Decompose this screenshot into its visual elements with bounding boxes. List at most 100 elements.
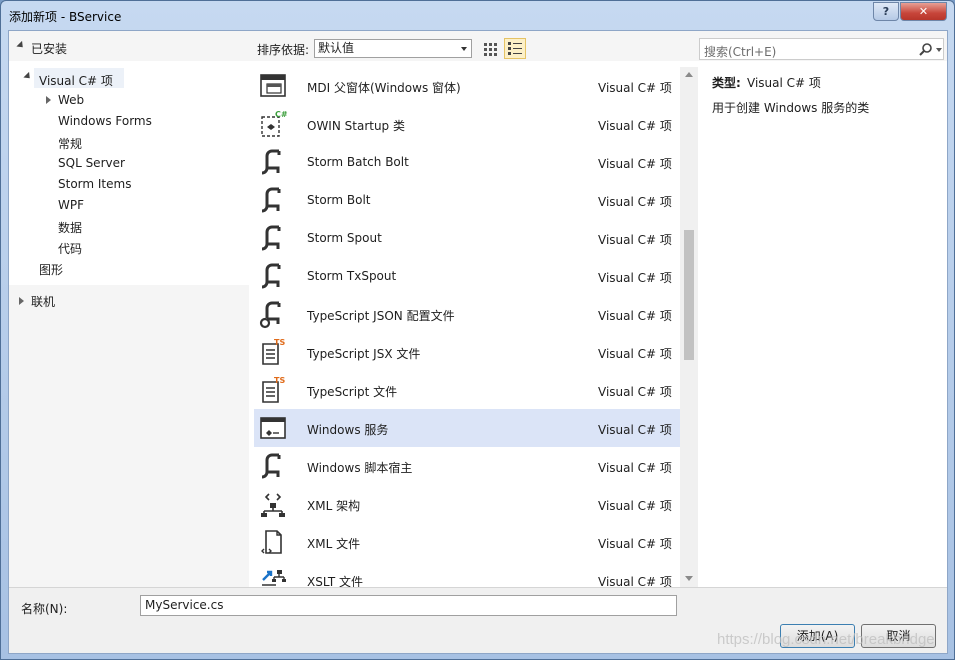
item-type: Visual C# 项 xyxy=(598,271,672,285)
search-placeholder: 搜索(Ctrl+E) xyxy=(704,45,777,59)
tree-item-storm-items[interactable]: Storm Items xyxy=(58,177,131,191)
dialog-client: 已安装 Visual C# 项 Web Windows Forms 常规 SQL… xyxy=(8,30,948,654)
list-item[interactable]: XSLT 文件 Visual C# 项 xyxy=(254,561,680,587)
template-pane: 排序依据: 默认值 MDI 父窗体(Windows 窗体) Visual C# … xyxy=(249,31,698,587)
chevron-down-icon[interactable] xyxy=(936,48,942,52)
scroll-up-arrow-icon[interactable] xyxy=(685,72,693,77)
item-name: Windows 脚本宿主 xyxy=(307,461,413,475)
item-name: MDI 父窗体(Windows 窗体) xyxy=(307,81,461,95)
expand-arrow-icon[interactable] xyxy=(23,71,33,82)
scroll-down-arrow-icon[interactable] xyxy=(685,576,693,581)
storm-icon xyxy=(261,453,281,479)
json-config-icon xyxy=(259,301,281,329)
collapse-arrow-icon[interactable] xyxy=(46,96,51,104)
grid-view-icon[interactable] xyxy=(481,39,501,59)
tree-item-label[interactable]: Visual C# 项 xyxy=(39,72,113,89)
item-type: Visual C# 项 xyxy=(598,537,672,551)
list-item[interactable]: Storm Batch Bolt Visual C# 项 xyxy=(254,143,680,181)
tree-item-web[interactable]: Web xyxy=(58,93,84,107)
item-type: Visual C# 项 xyxy=(598,119,672,133)
sort-value: 默认值 xyxy=(318,41,355,55)
storm-icon xyxy=(261,225,281,251)
name-label: 名称(N): xyxy=(21,602,68,616)
item-type: Visual C# 项 xyxy=(598,461,672,475)
tree-item-sql-server[interactable]: SQL Server xyxy=(58,156,125,170)
list-view-button[interactable] xyxy=(504,38,526,59)
list-item[interactable]: XML 架构 Visual C# 项 xyxy=(254,485,680,523)
tree-item-online[interactable]: 联机 xyxy=(31,293,55,310)
item-badge: TS xyxy=(274,338,285,347)
details-pane: 搜索(Ctrl+E) 类型: Visual C# 项 用于创建 Windows … xyxy=(698,31,947,587)
item-name: Storm Batch Bolt xyxy=(307,155,409,169)
item-name: XML 文件 xyxy=(307,537,361,551)
xml-file-icon xyxy=(261,530,282,554)
item-type: Visual C# 项 xyxy=(598,347,672,361)
tree-item-wpf[interactable]: WPF xyxy=(58,198,84,212)
sort-dropdown[interactable]: 默认值 xyxy=(314,39,472,58)
list-item[interactable]: TS TypeScript JSX 文件 Visual C# 项 xyxy=(254,333,680,371)
item-name: TypeScript JSX 文件 xyxy=(307,347,421,361)
xslt-file-icon xyxy=(262,570,286,586)
tree-item-graphics[interactable]: 图形 xyxy=(39,261,63,278)
installed-header[interactable]: 已安装 xyxy=(9,31,249,61)
windows-service-icon xyxy=(260,417,286,439)
list-scrollbar[interactable] xyxy=(680,67,698,587)
category-pane: 已安装 Visual C# 项 Web Windows Forms 常规 SQL… xyxy=(9,31,249,587)
list-view-icon xyxy=(508,42,522,55)
item-type: Visual C# 项 xyxy=(598,499,672,513)
item-type: Visual C# 项 xyxy=(598,81,672,95)
item-name: Storm TxSpout xyxy=(307,269,397,283)
tree-item-general[interactable]: 常规 xyxy=(58,135,82,152)
storm-icon xyxy=(261,149,281,175)
list-item[interactable]: MDI 父窗体(Windows 窗体) Visual C# 项 xyxy=(254,67,680,105)
xml-schema-icon xyxy=(261,493,285,517)
expand-arrow-icon[interactable] xyxy=(16,40,26,51)
item-name: OWIN Startup 类 xyxy=(307,119,405,133)
list-item[interactable]: Storm Bolt Visual C# 项 xyxy=(254,181,680,219)
list-item[interactable]: TypeScript JSON 配置文件 Visual C# 项 xyxy=(254,295,680,333)
item-name: XML 架构 xyxy=(307,499,361,513)
list-item[interactable]: Storm Spout Visual C# 项 xyxy=(254,219,680,257)
list-item-selected[interactable]: Windows 服务 Visual C# 项 xyxy=(254,409,680,447)
list-item[interactable]: Windows 脚本宿主 Visual C# 项 xyxy=(254,447,680,485)
item-name: XSLT 文件 xyxy=(307,575,364,587)
list-item[interactable]: C# OWIN Startup 类 Visual C# 项 xyxy=(254,105,680,143)
type-label: 类型: xyxy=(712,76,741,90)
item-name: TypeScript JSON 配置文件 xyxy=(307,309,455,323)
collapse-arrow-icon[interactable] xyxy=(19,297,24,305)
list-item[interactable]: TS TypeScript 文件 Visual C# 项 xyxy=(254,371,680,409)
item-name: Storm Spout xyxy=(307,231,382,245)
tree-item-data[interactable]: 数据 xyxy=(58,219,82,236)
close-button[interactable]: ✕ xyxy=(900,2,947,21)
list-item[interactable]: Storm TxSpout Visual C# 项 xyxy=(254,257,680,295)
list-item[interactable]: XML 文件 Visual C# 项 xyxy=(254,523,680,561)
item-badge: C# xyxy=(275,110,288,119)
search-input[interactable]: 搜索(Ctrl+E) xyxy=(699,38,944,60)
help-button[interactable]: ? xyxy=(873,2,899,21)
watermark: https://blog.csdn.net/breakbridge xyxy=(717,631,935,648)
item-type: Visual C# 项 xyxy=(598,575,672,587)
item-type: Visual C# 项 xyxy=(598,233,672,247)
type-value: Visual C# 项 xyxy=(747,76,821,90)
tree-item-windows-forms[interactable]: Windows Forms xyxy=(58,114,152,128)
storm-icon xyxy=(261,263,281,289)
item-description: 用于创建 Windows 服务的类 xyxy=(712,101,870,115)
scroll-thumb[interactable] xyxy=(684,230,694,360)
chevron-down-icon xyxy=(461,47,467,51)
item-name: Windows 服务 xyxy=(307,423,389,437)
window-title: 添加新项 - BService xyxy=(9,10,122,24)
tree-item-code[interactable]: 代码 xyxy=(58,240,82,257)
sort-toolbar: 排序依据: 默认值 xyxy=(249,31,698,61)
sort-label: 排序依据: xyxy=(257,43,310,57)
item-type: Visual C# 项 xyxy=(598,385,672,399)
item-name: TypeScript 文件 xyxy=(307,385,398,399)
storm-icon xyxy=(261,187,281,213)
item-type: Visual C# 项 xyxy=(598,195,672,209)
item-name: Storm Bolt xyxy=(307,193,371,207)
item-type: Visual C# 项 xyxy=(598,157,672,171)
name-field[interactable]: MyService.cs xyxy=(140,595,677,616)
title-bar[interactable]: 添加新项 - BService ? ✕ xyxy=(1,1,954,29)
mdi-form-icon xyxy=(260,74,286,97)
item-type: Visual C# 项 xyxy=(598,309,672,323)
search-icon[interactable] xyxy=(918,42,934,56)
